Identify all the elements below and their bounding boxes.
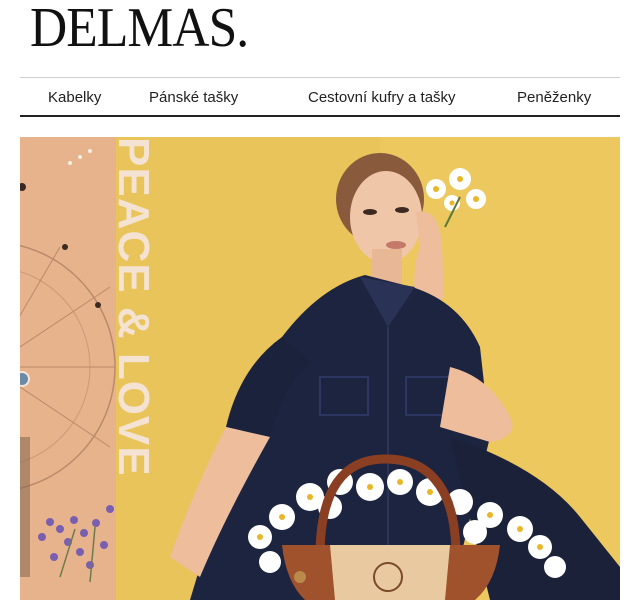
nav-item-panske-tasky[interactable]: Pánské tašky	[149, 89, 238, 106]
brand-logo[interactable]: DELMAS.	[30, 0, 249, 56]
hero-slogan: PEACE & LOVE	[109, 137, 158, 477]
main-navigation: Kabelky Pánské tašky Cestovní kufry a ta…	[20, 77, 620, 117]
page: DELMAS. Kabelky Pánské tašky Cestovní ku…	[0, 0, 640, 600]
hero-banner[interactable]: PEACE & LOVE	[20, 137, 620, 600]
side-panel	[20, 137, 116, 600]
nav-item-penezenky[interactable]: Peněženky	[517, 89, 591, 106]
nav-item-cestovni-kufry[interactable]: Cestovní kufry a tašky	[308, 89, 456, 106]
nav-item-kabelky[interactable]: Kabelky	[48, 89, 101, 106]
